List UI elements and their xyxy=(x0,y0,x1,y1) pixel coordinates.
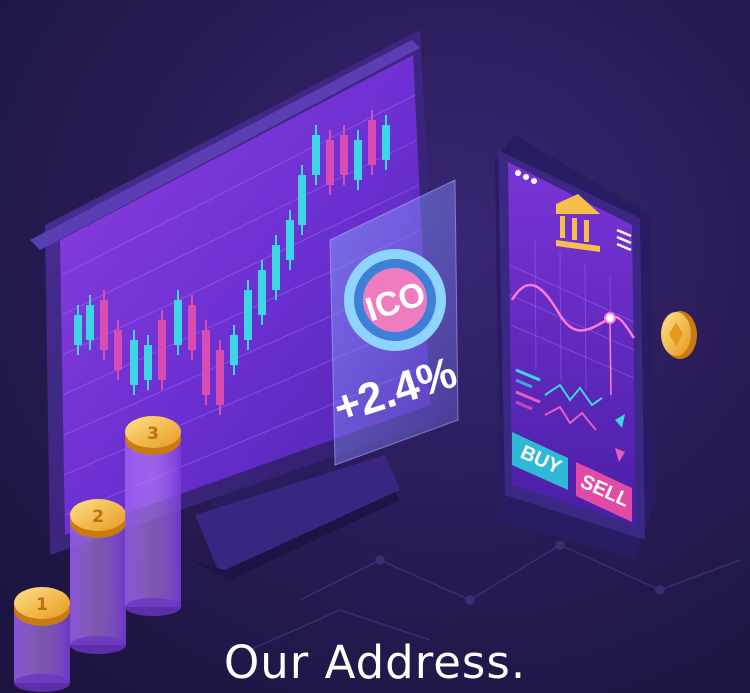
candle-body xyxy=(230,335,238,365)
section-caption: Our Address. xyxy=(223,636,527,689)
candle-body xyxy=(354,140,362,180)
candle-body xyxy=(382,125,390,160)
candle-body xyxy=(86,305,94,340)
candle-body xyxy=(202,330,210,395)
coin-stack-3: 3 xyxy=(125,416,181,616)
candle-body xyxy=(188,305,196,350)
coin-2-number: 2 xyxy=(92,507,104,527)
trading-illustration: ICO +2.4% BUY SELL 1 2 3 xyxy=(0,0,750,693)
candle-body xyxy=(340,135,348,175)
candle-body xyxy=(258,270,266,315)
candle-body xyxy=(74,315,82,345)
candle-body xyxy=(244,290,252,340)
candle-body xyxy=(326,140,334,185)
candle-body xyxy=(286,220,294,260)
coin-stack-2: 2 xyxy=(70,499,126,654)
candle-body xyxy=(272,245,280,290)
candle-body xyxy=(298,175,306,225)
candle-body xyxy=(130,340,138,385)
candle-body xyxy=(216,350,224,405)
coin-1-number: 1 xyxy=(36,595,48,615)
candle-body xyxy=(158,320,166,380)
candle-body xyxy=(114,330,122,370)
candle-body xyxy=(144,345,152,380)
candle-body xyxy=(174,300,182,345)
coin-3-number: 3 xyxy=(147,424,159,444)
candle-body xyxy=(100,300,108,350)
candle-body xyxy=(312,135,320,175)
candle-body xyxy=(368,120,376,165)
